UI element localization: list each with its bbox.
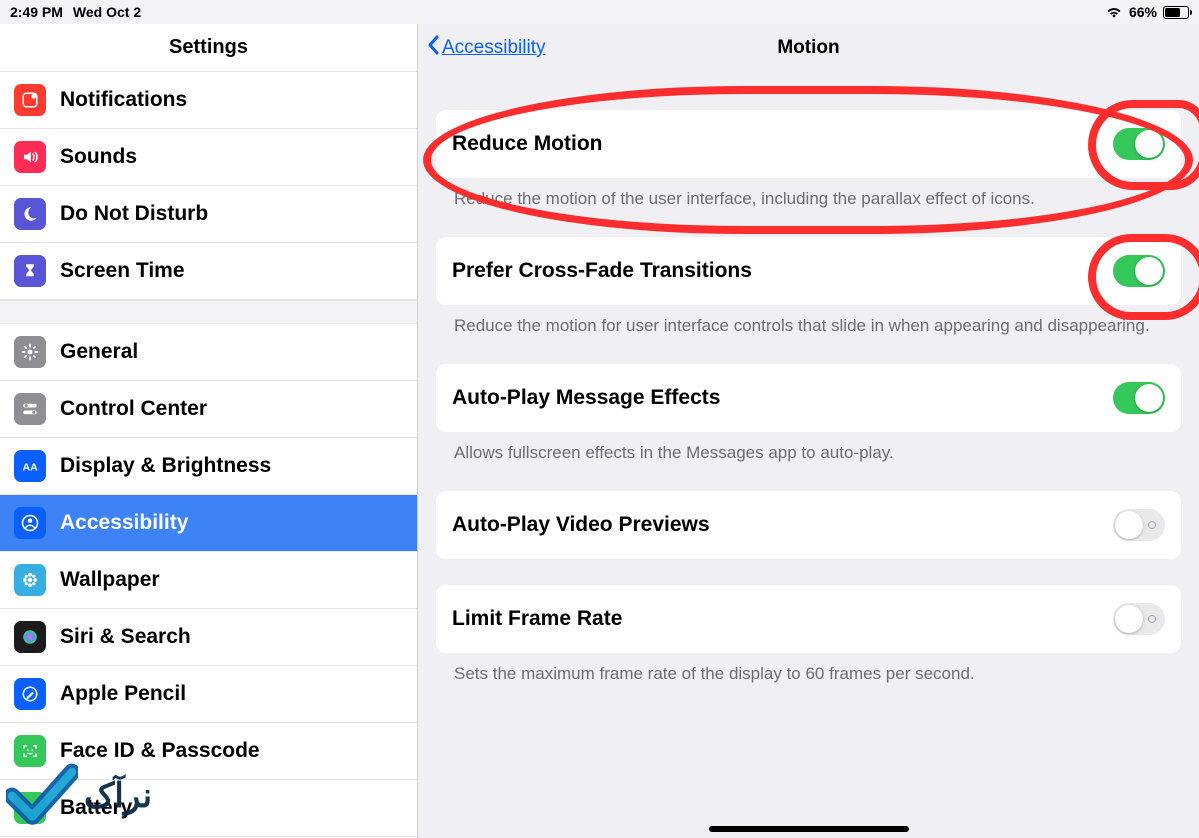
flower-icon	[14, 564, 46, 596]
sidebar-item-siri[interactable]: Siri & Search	[0, 609, 417, 666]
toggle-limit-fps[interactable]	[1113, 603, 1165, 635]
sidebar-item-label: Face ID & Passcode	[60, 739, 260, 763]
back-label: Accessibility	[442, 37, 545, 59]
status-bar: 2:49 PM Wed Oct 2 66%	[0, 0, 1199, 24]
setting-label: Prefer Cross-Fade Transitions	[452, 259, 752, 283]
sidebar-item-label: Screen Time	[60, 259, 185, 283]
sidebar-item-accessibility[interactable]: Accessibility	[0, 495, 417, 552]
sidebar-item-label: General	[60, 340, 138, 364]
setting-desc-cross-fade: Reduce the motion for user interface con…	[436, 305, 1181, 364]
notifications-icon	[14, 84, 46, 116]
setting-reduce-motion: Reduce Motion	[436, 110, 1181, 178]
setting-desc-limit-fps: Sets the maximum frame rate of the displ…	[436, 653, 1181, 712]
setting-desc-msg-effects: Allows fullscreen effects in the Message…	[436, 432, 1181, 491]
hourglass-icon	[14, 255, 46, 287]
pencil-icon	[14, 678, 46, 710]
wifi-icon	[1105, 4, 1123, 21]
battery-icon	[14, 792, 46, 824]
gear-icon	[14, 336, 46, 368]
switches-icon	[14, 393, 46, 425]
setting-label: Limit Frame Rate	[452, 607, 622, 631]
setting-msg-effects: Auto-Play Message Effects	[436, 364, 1181, 432]
status-date: Wed Oct 2	[73, 4, 141, 20]
siri-icon	[14, 621, 46, 653]
sidebar-item-dnd[interactable]: Do Not Disturb	[0, 186, 417, 243]
sidebar-title: Settings	[0, 24, 417, 72]
sidebar-item-label: Apple Pencil	[60, 682, 186, 706]
battery-pct: 66%	[1129, 4, 1157, 20]
svg-text:AA: AA	[23, 462, 39, 474]
back-button[interactable]: Accessibility	[418, 35, 545, 61]
person-icon	[14, 507, 46, 539]
sidebar-group-separator	[0, 300, 417, 324]
setting-label: Reduce Motion	[452, 132, 603, 156]
sidebar-item-notifications[interactable]: Notifications	[0, 72, 417, 129]
sidebar-item-label: Control Center	[60, 397, 207, 421]
status-time: 2:49 PM	[10, 4, 63, 20]
toggle-video-previews[interactable]	[1113, 509, 1165, 541]
sidebar-item-display[interactable]: AA Display & Brightness	[0, 438, 417, 495]
detail-pane: Accessibility Motion Reduce Motion Reduce…	[418, 24, 1199, 838]
settings-sidebar: Settings Notifications Sounds Do Not Distu…	[0, 24, 418, 838]
setting-limit-fps: Limit Frame Rate	[436, 585, 1181, 653]
sidebar-item-faceid[interactable]: Face ID & Passcode	[0, 723, 417, 780]
setting-video-previews: Auto-Play Video Previews	[436, 491, 1181, 559]
sidebar-item-sounds[interactable]: Sounds	[0, 129, 417, 186]
sidebar-item-controlcenter[interactable]: Control Center	[0, 381, 417, 438]
sidebar-item-wallpaper[interactable]: Wallpaper	[0, 552, 417, 609]
sidebar-item-battery[interactable]: Battery	[0, 780, 417, 837]
aa-icon: AA	[14, 450, 46, 482]
sidebar-item-label: Siri & Search	[60, 625, 191, 649]
sidebar-item-label: Sounds	[60, 145, 137, 169]
speaker-icon	[14, 141, 46, 173]
toggle-cross-fade[interactable]	[1113, 255, 1165, 287]
sidebar-item-label: Wallpaper	[60, 568, 160, 592]
faceid-icon	[14, 735, 46, 767]
battery-icon	[1163, 6, 1189, 19]
detail-header: Accessibility Motion	[418, 24, 1199, 72]
sidebar-item-screentime[interactable]: Screen Time	[0, 243, 417, 300]
home-indicator	[709, 826, 909, 832]
setting-desc-reduce-motion: Reduce the motion of the user interface,…	[436, 178, 1181, 237]
moon-icon	[14, 198, 46, 230]
toggle-msg-effects[interactable]	[1113, 382, 1165, 414]
setting-label: Auto-Play Message Effects	[452, 386, 720, 410]
toggle-reduce-motion[interactable]	[1113, 128, 1165, 160]
sidebar-item-label: Display & Brightness	[60, 454, 271, 478]
setting-label: Auto-Play Video Previews	[452, 513, 710, 537]
sidebar-item-pencil[interactable]: Apple Pencil	[0, 666, 417, 723]
sidebar-item-general[interactable]: General	[0, 324, 417, 381]
sidebar-item-label: Battery	[60, 796, 132, 820]
setting-cross-fade: Prefer Cross-Fade Transitions	[436, 237, 1181, 305]
sidebar-item-label: Notifications	[60, 88, 187, 112]
sidebar-item-label: Do Not Disturb	[60, 202, 208, 226]
chevron-left-icon	[426, 35, 440, 61]
sidebar-item-label: Accessibility	[60, 511, 188, 535]
